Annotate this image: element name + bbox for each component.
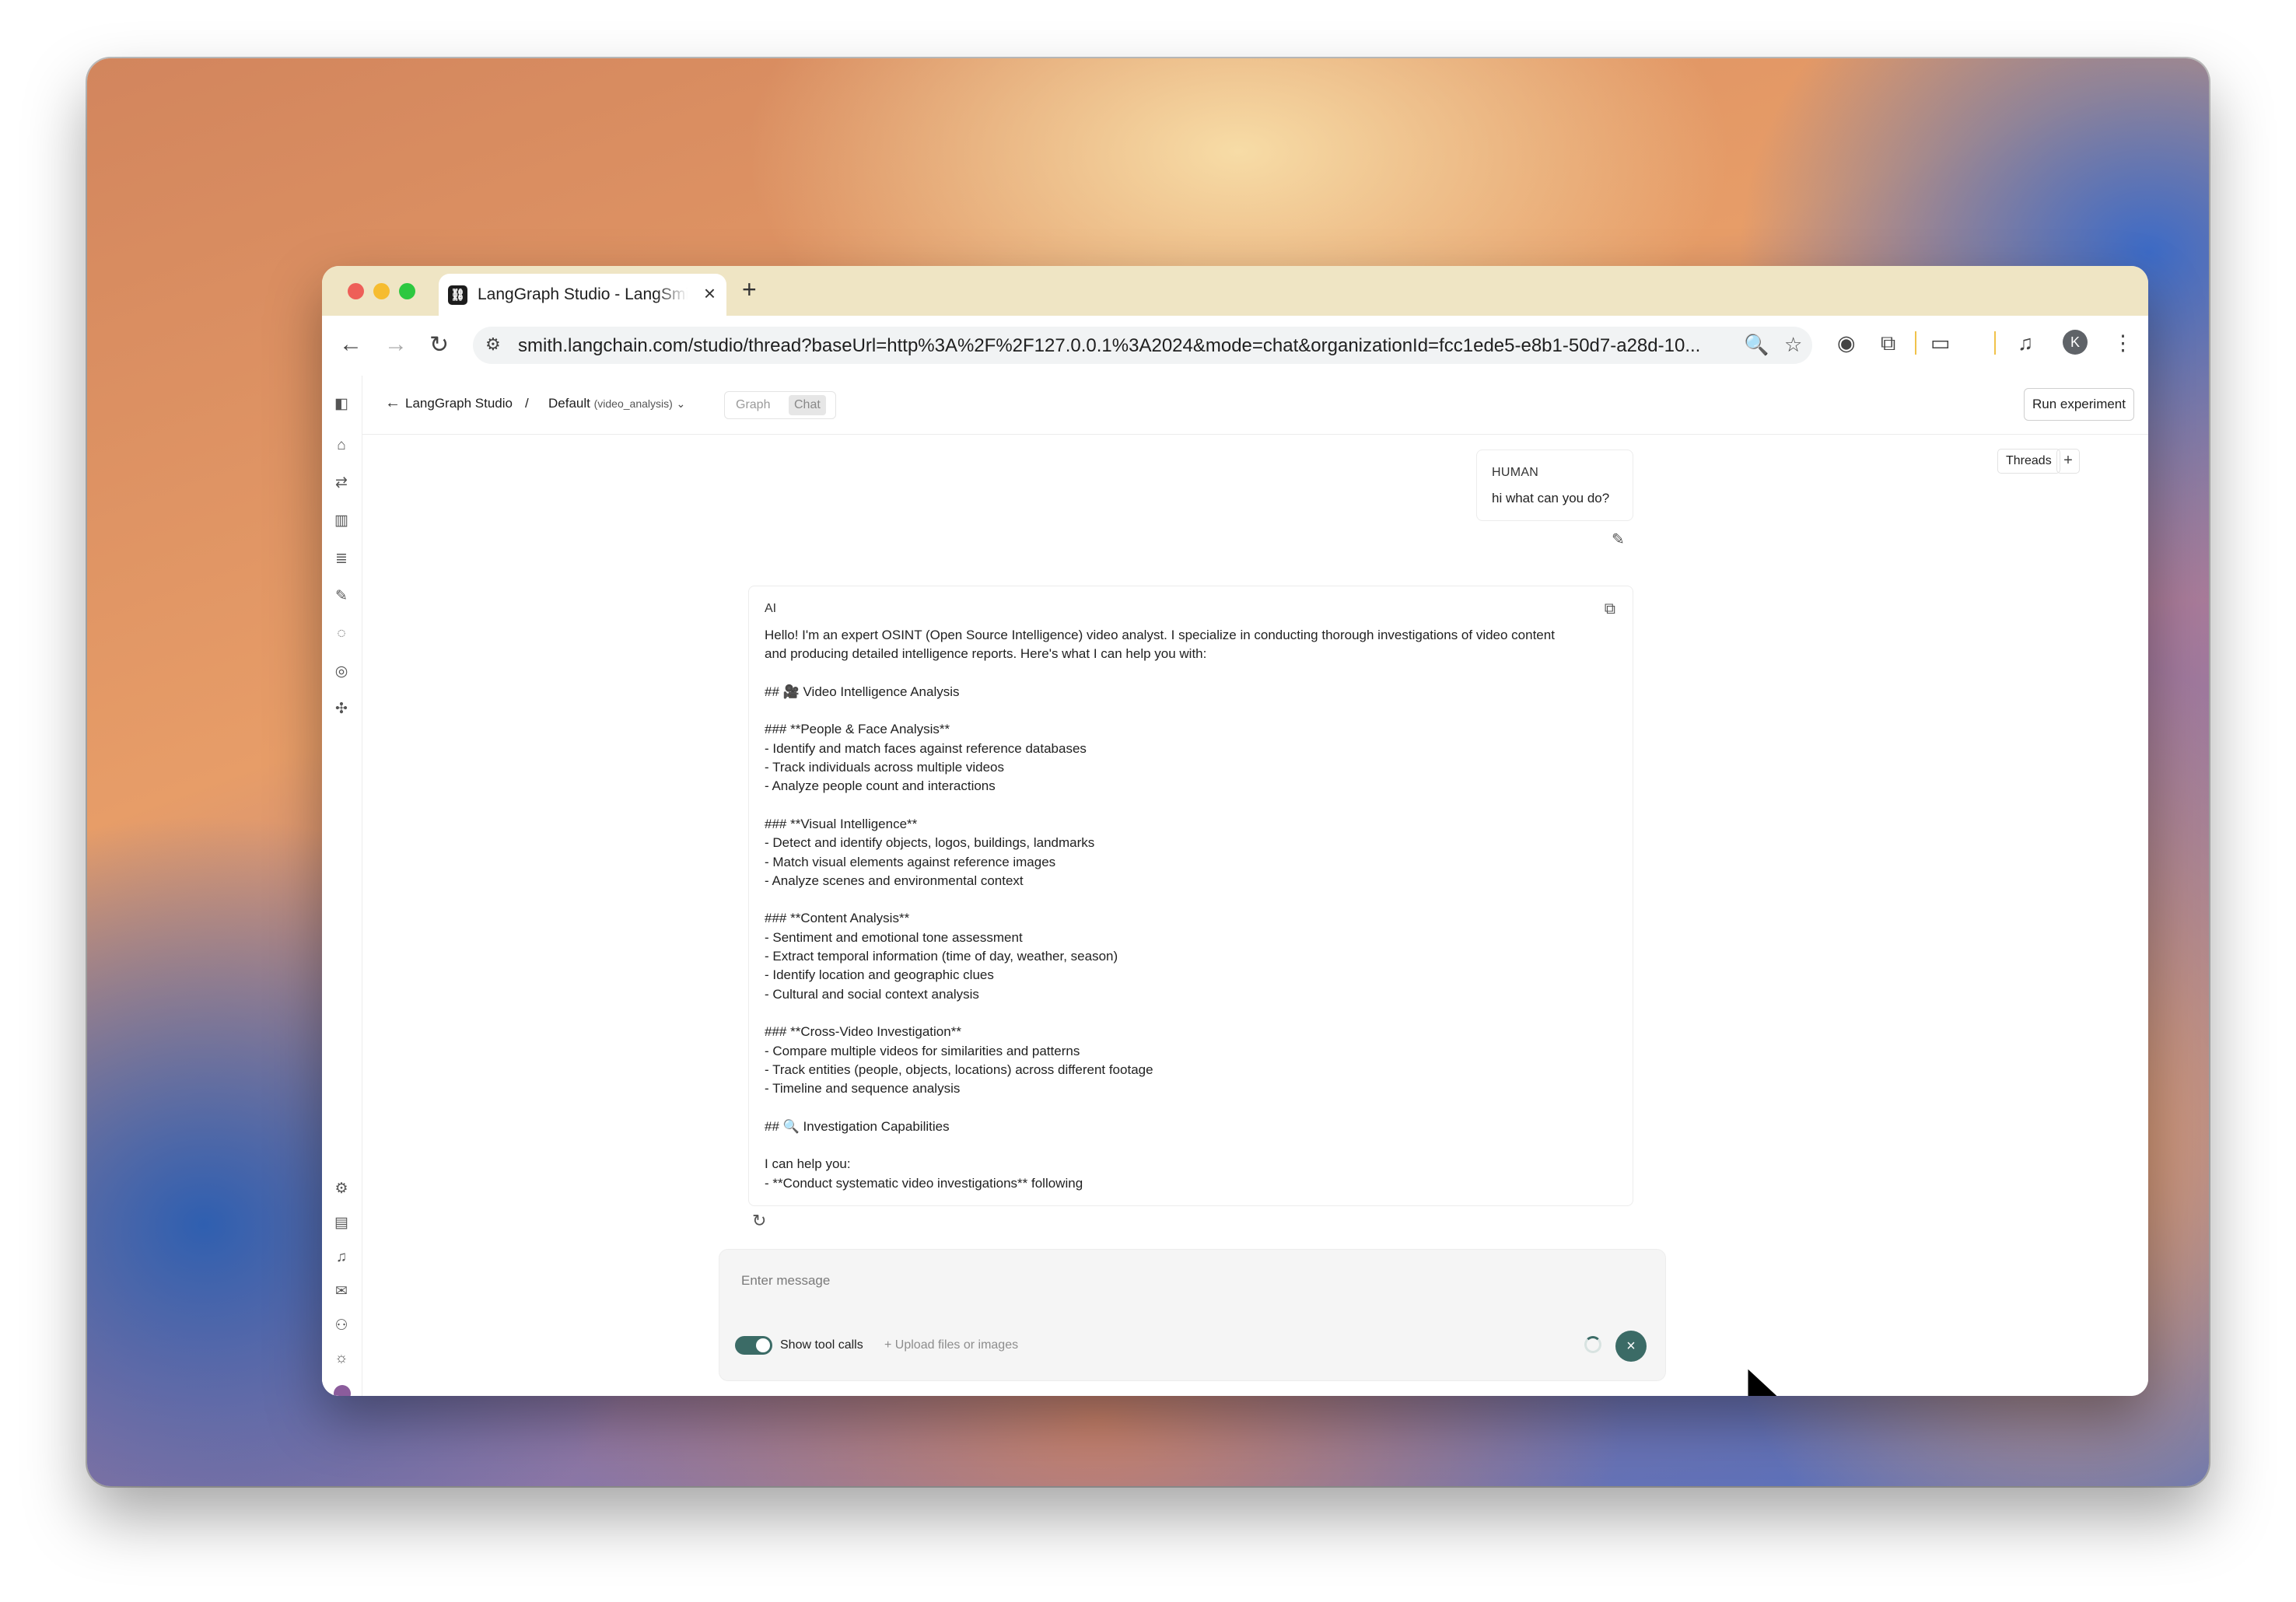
message-text: hi what can you do? bbox=[1492, 491, 1610, 505]
assistant-selector[interactable]: Default (video_analysis) ⌄ bbox=[548, 396, 685, 411]
message-input[interactable]: Enter message bbox=[741, 1273, 830, 1289]
loading-spinner-icon bbox=[1584, 1336, 1601, 1353]
desktop-wallpaper: ⛓ LangGraph Studio - LangSmith × + ← → ↻… bbox=[87, 58, 2209, 1486]
user-avatar[interactable] bbox=[334, 1385, 351, 1396]
breadcrumb-studio-link[interactable]: LangGraph Studio bbox=[405, 396, 513, 411]
monitor-icon[interactable]: ▥ bbox=[332, 512, 351, 530]
address-bar[interactable]: ⚙ smith.langchain.com/studio/thread?base… bbox=[473, 327, 1812, 364]
url-text: smith.langchain.com/studio/thread?baseUr… bbox=[518, 335, 1701, 356]
reload-icon[interactable]: ↻ bbox=[429, 331, 449, 359]
assistant-name: Default bbox=[548, 396, 590, 411]
run-experiment-button[interactable]: Run experiment bbox=[2023, 388, 2134, 421]
toolbar-divider bbox=[1915, 331, 1916, 355]
ai-message: AI ⧉ Hello! I'm an expert OSINT (Open So… bbox=[748, 586, 1633, 1206]
deployments-icon[interactable]: ◎ bbox=[332, 663, 351, 681]
zoom-icon[interactable]: 🔍 bbox=[1744, 333, 1769, 357]
assistant-graph-name: (video_analysis) bbox=[593, 397, 673, 410]
sidebar-rail: ◧ ⌂ ⇄ ▥ ≣ ✎ ◌ ◎ ✣ ⚙ ▤ ♫ ✉ ⚇ ☼ bbox=[322, 376, 362, 1396]
show-tool-calls-label: Show tool calls bbox=[780, 1338, 863, 1352]
regenerate-icon[interactable]: ↻ bbox=[752, 1211, 766, 1231]
close-window-button[interactable] bbox=[348, 283, 364, 299]
langgraph-studio-app: ◧ ⌂ ⇄ ▥ ≣ ✎ ◌ ◎ ✣ ⚙ ▤ ♫ ✉ ⚇ ☼ ← LangGrap… bbox=[322, 376, 2148, 1396]
toolbar-divider bbox=[1994, 331, 1996, 355]
add-user-icon[interactable]: ⚇ bbox=[332, 1317, 351, 1335]
back-arrow-icon[interactable]: ← bbox=[385, 394, 401, 412]
home-icon[interactable]: ⌂ bbox=[332, 436, 351, 455]
new-thread-button[interactable]: + bbox=[2056, 449, 2080, 474]
human-message: HUMAN hi what can you do? bbox=[1476, 449, 1633, 521]
extensions-icon[interactable]: ⧉ bbox=[1881, 331, 1895, 356]
mouse-pointer-icon bbox=[1744, 1362, 1783, 1396]
toggle-knob bbox=[756, 1338, 770, 1352]
tab-chat[interactable]: Chat bbox=[789, 395, 826, 415]
profile-avatar[interactable]: K bbox=[2063, 330, 2088, 355]
browser-window: ⛓ LangGraph Studio - LangSmith × + ← → ↻… bbox=[322, 266, 2148, 1396]
tracing-icon[interactable]: ⇄ bbox=[332, 474, 351, 492]
langchain-logo-icon: ⛓ bbox=[448, 285, 467, 305]
minimize-window-button[interactable] bbox=[373, 283, 390, 299]
panel-toggle-icon[interactable]: ◧ bbox=[332, 395, 351, 414]
settings-icon[interactable]: ⚙ bbox=[332, 1180, 351, 1198]
notifications-icon[interactable]: ♫ bbox=[332, 1248, 351, 1267]
tab-graph[interactable]: Graph bbox=[736, 398, 770, 412]
upload-files-button[interactable]: + Upload files or images bbox=[884, 1338, 1018, 1352]
more-menu-icon[interactable]: ⋮ bbox=[2112, 331, 2133, 355]
maximize-window-button[interactable] bbox=[399, 283, 415, 299]
bookmark-star-icon[interactable]: ☆ bbox=[1784, 333, 1802, 357]
media-controls-icon[interactable]: ♫ bbox=[2018, 331, 2033, 355]
tab-bar: ⛓ LangGraph Studio - LangSmith × + bbox=[322, 266, 2148, 316]
docs-icon[interactable]: ▤ bbox=[332, 1214, 351, 1233]
tab-title: LangGraph Studio - LangSmith bbox=[478, 285, 688, 303]
mode-switch: Graph Chat bbox=[724, 391, 836, 419]
prompts-icon[interactable]: ◌ bbox=[332, 624, 351, 643]
chevron-down-icon: ⌄ bbox=[676, 397, 686, 410]
threads-button[interactable]: Threads bbox=[1997, 449, 2060, 474]
cancel-run-button[interactable]: × bbox=[1615, 1331, 1647, 1362]
tab-search-icon[interactable]: ▭ bbox=[1930, 331, 1951, 355]
message-text: Hello! I'm an expert OSINT (Open Source … bbox=[765, 628, 1555, 1191]
new-tab-button[interactable]: + bbox=[742, 275, 757, 304]
message-role: HUMAN bbox=[1492, 466, 1539, 479]
breadcrumb-separator: / bbox=[525, 396, 529, 411]
inbox-icon[interactable]: ✉ bbox=[332, 1282, 351, 1301]
copy-icon[interactable]: ⧉ bbox=[1605, 600, 1615, 618]
theme-icon[interactable]: ☼ bbox=[332, 1349, 351, 1368]
studio-header: ← LangGraph Studio / Default (video_anal… bbox=[362, 376, 2148, 435]
password-manager-icon[interactable]: ◉ bbox=[1837, 331, 1856, 355]
hub-icon[interactable]: ✣ bbox=[332, 700, 351, 719]
message-role: AI bbox=[765, 602, 777, 615]
datasets-icon[interactable]: ≣ bbox=[332, 550, 351, 568]
forward-arrow-icon[interactable]: → bbox=[384, 331, 408, 358]
tab-close-button[interactable]: × bbox=[704, 282, 716, 306]
edit-message-icon[interactable]: ✎ bbox=[1612, 530, 1625, 549]
message-composer: Enter message Show tool calls + Upload f… bbox=[719, 1249, 1666, 1381]
show-tool-calls-toggle[interactable] bbox=[735, 1336, 772, 1355]
annotate-icon[interactable]: ✎ bbox=[332, 587, 351, 606]
browser-toolbar: ← → ↻ ⚙ smith.langchain.com/studio/threa… bbox=[322, 316, 2148, 376]
site-settings-icon[interactable]: ⚙ bbox=[485, 334, 501, 355]
browser-tab[interactable]: ⛓ LangGraph Studio - LangSmith × bbox=[439, 274, 726, 316]
back-arrow-icon[interactable]: ← bbox=[339, 331, 362, 358]
